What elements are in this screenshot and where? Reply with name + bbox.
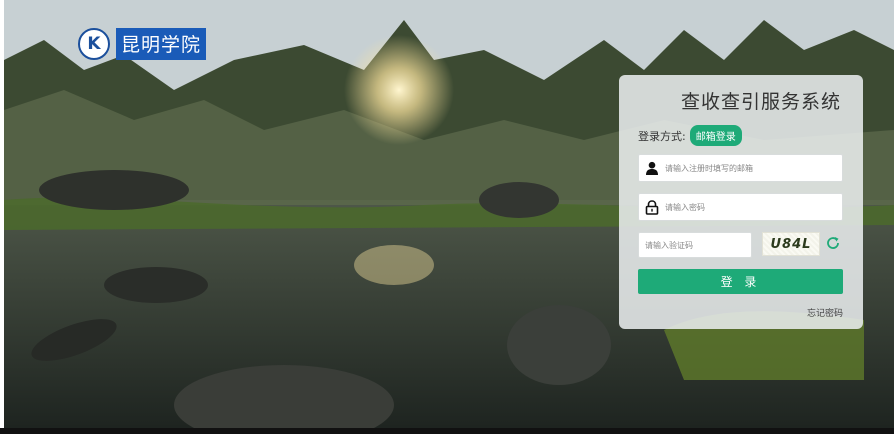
email-field[interactable] <box>638 154 843 182</box>
school-name: 昆明学院 <box>116 28 207 60</box>
email-input[interactable] <box>665 156 835 180</box>
password-input[interactable] <box>665 195 835 219</box>
captcha-field[interactable] <box>638 232 752 258</box>
captcha-input[interactable] <box>645 233 745 257</box>
school-logo: K 昆明学院 <box>78 28 207 60</box>
user-icon <box>639 155 665 181</box>
login-method-label: 登录方式: <box>638 129 686 143</box>
login-button[interactable]: 登 录 <box>638 269 843 294</box>
forgot-password-link[interactable]: 忘记密码 <box>807 306 843 319</box>
panel-title: 查收查引服务系统 <box>680 91 841 113</box>
login-panel: 查收查引服务系统 登录方式: 邮箱登录 U84L <box>619 75 863 329</box>
captcha-image[interactable]: U84L <box>762 232 820 256</box>
login-method-row: 登录方式: 邮箱登录 <box>638 125 742 146</box>
email-login-tab[interactable]: 邮箱登录 <box>689 125 742 146</box>
lock-icon <box>639 194 665 220</box>
password-field[interactable] <box>638 193 843 221</box>
emblem-icon: K <box>78 28 110 60</box>
refresh-icon[interactable] <box>825 235 841 251</box>
bottom-bar <box>0 428 894 434</box>
